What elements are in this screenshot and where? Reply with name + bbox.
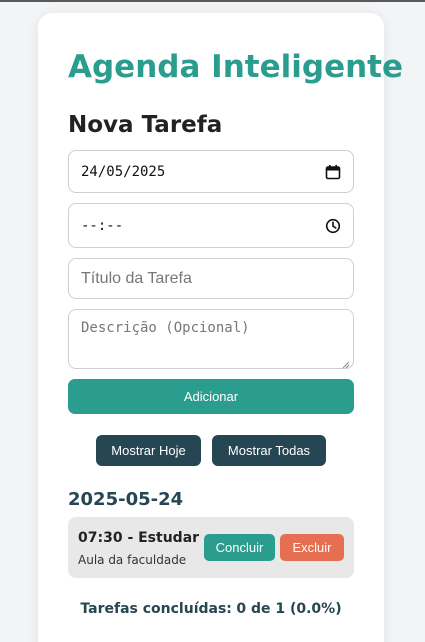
time-value: --:-- [81, 217, 124, 234]
task-title-placeholder: Título da Tarefa [81, 269, 192, 287]
summary-value: 0 de 1 (0.0%) [236, 601, 342, 617]
clock-icon[interactable] [325, 218, 341, 234]
date-input[interactable]: 24/05/2025 [68, 150, 354, 193]
app-title: Agenda Inteligente [68, 49, 404, 85]
completion-summary: Tarefas concluídas: 0 de 1 (0.0%) [38, 601, 384, 617]
conclude-task-button[interactable]: Concluir [204, 534, 275, 561]
date-value: 24/05/2025 [81, 163, 166, 180]
resize-grip-icon[interactable] [342, 357, 350, 369]
delete-task-button[interactable]: Excluir [280, 534, 344, 561]
summary-label: Tarefas concluídas: [80, 601, 232, 617]
task-title-input[interactable]: Título da Tarefa [68, 258, 354, 299]
show-all-button[interactable]: Mostrar Todas [212, 435, 326, 466]
add-task-button[interactable]: Adicionar [68, 379, 354, 414]
task-group-date: 2025-05-24 [68, 489, 184, 510]
time-input[interactable]: --:-- [68, 203, 354, 248]
window-top-border [0, 0, 425, 2]
calendar-icon[interactable] [325, 164, 341, 180]
task-item-title: 07:30 - Estudar [78, 530, 200, 546]
task-item: 07:30 - Estudar Aula da faculdade Conclu… [68, 517, 354, 578]
show-today-button[interactable]: Mostrar Hoje [96, 435, 201, 466]
task-description-placeholder: Descrição (Opcional) [81, 320, 250, 336]
form-heading: Nova Tarefa [68, 112, 223, 138]
task-item-description: Aula da faculdade [78, 553, 187, 567]
task-description-textarea[interactable]: Descrição (Opcional) [68, 309, 354, 369]
agenda-card: Agenda Inteligente Nova Tarefa 24/05/202… [38, 13, 404, 642]
